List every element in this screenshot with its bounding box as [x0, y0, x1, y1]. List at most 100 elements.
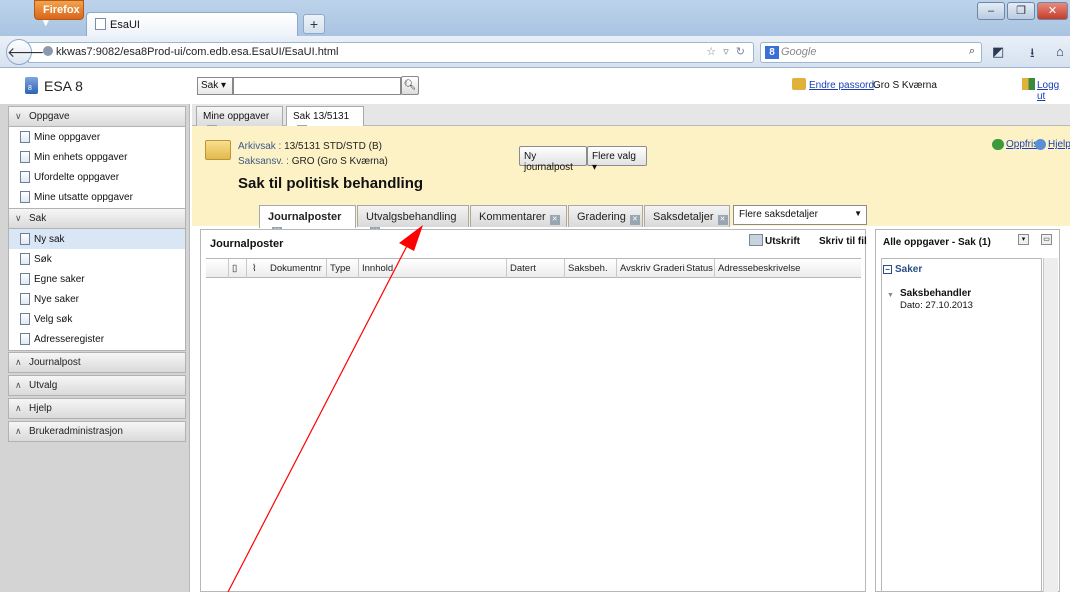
minimize-button[interactable]: ‒ [977, 2, 1005, 20]
task-item-title[interactable]: Saksbehandler [900, 288, 971, 299]
page-icon: ▯ [232, 263, 238, 274]
firefox-menu-button[interactable]: Firefox ▾ [34, 0, 84, 29]
new-journalpost-button[interactable]: Ny journalpost [519, 146, 587, 173]
magnifier-icon: 🔍︎ [403, 80, 417, 91]
close-window-button[interactable]: ✕ [1037, 2, 1068, 20]
sidebar-item-velg-sok[interactable]: Velg søk [9, 309, 185, 329]
arkivsak-label: Arkivsak : [238, 141, 282, 152]
expand-icon[interactable]: ▼ [887, 292, 894, 299]
column-header[interactable]: Graderi [653, 263, 685, 274]
sidebar-item-adresseregister[interactable]: Adresseregister [9, 329, 185, 349]
arkivsak-line: Arkivsak : 13/5131 STD/STD (B) [238, 141, 382, 152]
sidebar-group-oppgave[interactable]: ∨ Oppgave [8, 106, 186, 127]
back-arrow-icon[interactable]: 🡐 [6, 39, 45, 65]
home-icon[interactable]: ⌂ [1056, 44, 1064, 59]
column-header[interactable]: Status [686, 263, 713, 274]
tasks-scrollbar[interactable] [1043, 258, 1058, 592]
document-icon [20, 253, 30, 265]
maximize-panel-icon[interactable]: ▭ [1041, 234, 1052, 245]
sidebar-item-min-enhets-oppgaver[interactable]: Min enhets oppgaver [9, 147, 185, 167]
column-divider [564, 259, 565, 278]
close-icon[interactable]: ✕ [717, 215, 728, 225]
column-header[interactable]: Innhold [362, 263, 393, 274]
bookmarks-icon[interactable]: ◩ [992, 44, 1004, 60]
journal-grid-header: ▯ ⌇ Dokumentnr Type Innhold Datert Saksb… [206, 258, 861, 278]
maximize-button[interactable]: ❐ [1007, 2, 1035, 20]
main-tab-strip: Mine oppgaver✕ Sak 13/5131✕ [192, 104, 1070, 135]
case-search-input[interactable] [233, 77, 401, 95]
url-text: kkwas7:9082/esa8Prod-ui/com.edb.esa.EsaU… [56, 46, 339, 58]
sidebar-item-sok[interactable]: Søk [9, 249, 185, 269]
refresh-icon [992, 139, 1004, 150]
chevron-down-icon: ∨ [15, 213, 22, 223]
collapse-icon[interactable]: ▾ [1018, 234, 1029, 245]
document-icon [20, 233, 30, 245]
column-header[interactable]: Adressebeskrivelse [718, 263, 800, 274]
browser-tab[interactable]: EsaUI [86, 12, 298, 36]
column-header[interactable]: Avskriv [620, 263, 650, 274]
search-engine-label: Google [781, 46, 817, 58]
tab-kommentarer[interactable]: Kommentarer ✕ [470, 205, 567, 227]
write-to-file-link[interactable]: Skriv til fil [819, 236, 867, 247]
sidebar-item-nye-saker[interactable]: Nye saker [9, 289, 185, 309]
more-case-details-select[interactable]: Flere saksdetaljer ▼ [733, 205, 867, 225]
column-header[interactable]: Dokumentnr [270, 263, 322, 274]
close-icon[interactable]: ✕ [629, 215, 640, 225]
chevron-up-icon: ∧ [15, 403, 22, 413]
sidebar-item-mine-oppgaver[interactable]: Mine oppgaver [9, 127, 185, 147]
sidebar: ∨ Oppgave Mine oppgaver Min enhets oppgav… [0, 104, 190, 592]
journalposter-panel: Journalposter [200, 229, 866, 592]
sidebar-item-label: Mine oppgaver [34, 132, 101, 143]
tab-saksdetaljer[interactable]: Saksdetaljer ✕ [644, 205, 730, 227]
sidebar-group-hjelp[interactable]: ∧ Hjelp [8, 398, 186, 419]
google-icon[interactable]: 8 [765, 46, 779, 59]
print-link[interactable]: Utskrift [765, 236, 800, 247]
help-link[interactable]: Hjelp [1048, 139, 1070, 150]
more-options-button[interactable]: Flere valg ▾ [587, 146, 647, 173]
sidebar-item-label: Min enhets oppgaver [34, 152, 128, 163]
tab-sak[interactable]: Sak 13/5131✕ [286, 106, 364, 135]
chevron-up-icon: ∧ [15, 357, 22, 367]
close-icon[interactable]: ✕ [549, 215, 560, 225]
search-type-select[interactable]: Sak ▾ [197, 77, 233, 95]
task-item-date: Dato: 27.10.2013 [900, 300, 973, 311]
sidebar-group-journalpost[interactable]: ∧ Journalpost [8, 352, 186, 373]
search-icon[interactable]: ⌕ [969, 45, 975, 58]
tab-gradering[interactable]: Gradering ✕ [568, 205, 643, 227]
help-icon [1035, 139, 1046, 150]
tab-journalposter[interactable]: Journalposter✕ [259, 205, 356, 237]
download-icon[interactable]: ⭳ [1030, 44, 1035, 66]
case-search-button[interactable]: 🔍︎ [401, 76, 419, 95]
tab-utvalgsbehandling[interactable]: Utvalgsbehandling✕ [357, 205, 469, 237]
change-password-link[interactable]: Endre passord [809, 80, 874, 91]
sidebar-item-egne-saker[interactable]: Egne saker [9, 269, 185, 289]
document-icon [20, 171, 30, 183]
url-bar[interactable]: kkwas7:9082/esa8Prod-ui/com.edb.esa.EsaU… [28, 42, 754, 63]
sidebar-group-sak[interactable]: ∨ Sak [8, 208, 186, 229]
attachment-icon: ⌇ [252, 263, 257, 274]
sidebar-item-ufordelte-oppgaver[interactable]: Ufordelte oppgaver [9, 167, 185, 187]
tab-mine-oppgaver[interactable]: Mine oppgaver✕ [196, 106, 283, 135]
column-header[interactable]: Type [330, 263, 351, 274]
sidebar-group-utvalg[interactable]: ∧ Utvalg [8, 375, 186, 396]
collapse-minus-icon[interactable]: − [883, 265, 892, 274]
tab-label: Mine oppgaver [203, 111, 270, 122]
key-icon [792, 78, 806, 90]
search-bar[interactable]: 8 Google ⌕ [760, 42, 982, 63]
tab-label: Kommentarer [479, 211, 546, 223]
sidebar-item-ny-sak[interactable]: Ny sak [9, 229, 185, 249]
column-divider [714, 259, 715, 278]
tasks-section-saker[interactable]: − Saker [883, 264, 922, 275]
sidebar-group-brukeradministrasjon[interactable]: ∧ Brukeradministrasjon [8, 421, 186, 442]
sidebar-item-mine-utsatte-oppgaver[interactable]: Mine utsatte oppgaver [9, 187, 185, 207]
new-tab-button[interactable]: + [303, 14, 325, 34]
column-header[interactable]: Datert [510, 263, 536, 274]
sidebar-group-sak-items: Ny sak Søk Egne saker Nye saker Velg søk… [8, 229, 186, 351]
column-header[interactable]: Saksbeh. [568, 263, 608, 274]
saksansvarlig-line: Saksansv. : GRO (Gro S Kværna) [238, 156, 388, 167]
sidebar-item-label: Mine utsatte oppgaver [34, 192, 133, 203]
bookmark-star-icon[interactable]: ☆ ▿ ↻ [706, 45, 747, 58]
logout-link[interactable]: Logg ut [1037, 80, 1070, 102]
sidebar-item-label: Ufordelte oppgaver [34, 172, 120, 183]
column-divider [246, 259, 247, 278]
